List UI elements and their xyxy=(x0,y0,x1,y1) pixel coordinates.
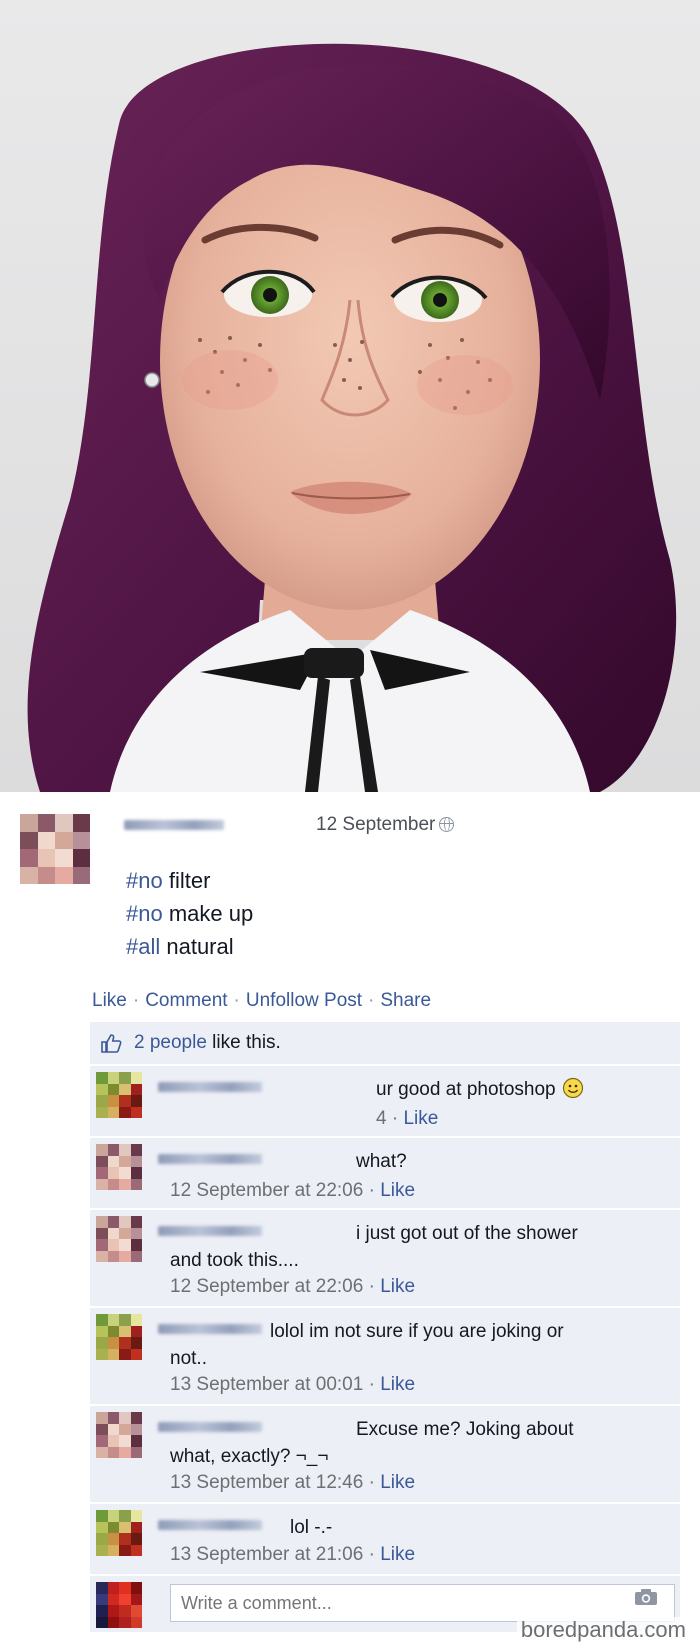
post-body: 12 September #no filter #no make up #all… xyxy=(0,796,700,1651)
comment-text: lol -.- xyxy=(170,1514,680,1541)
comment-item: what? 12 September at 22:06 · Like xyxy=(90,1136,680,1208)
commenter-avatar[interactable] xyxy=(96,1412,142,1458)
comment-timestamp[interactable]: 13 September at 21:06 · xyxy=(170,1544,380,1565)
commenter-avatar[interactable] xyxy=(96,1144,142,1190)
commenter-avatar[interactable] xyxy=(96,1314,142,1360)
comment-body: Excuse me? Joking about xyxy=(356,1419,574,1440)
portrait-illustration xyxy=(27,43,677,792)
hashtag-link[interactable]: #no xyxy=(126,901,163,926)
likers-link[interactable]: 2 people xyxy=(134,1032,207,1053)
post-line-text: filter xyxy=(162,868,211,893)
action-separator: · xyxy=(132,990,140,1011)
comment-like-link[interactable]: Like xyxy=(380,1544,415,1565)
poster-name-redacted[interactable] xyxy=(124,820,224,830)
comment-meta: 12 September at 22:06 · Like xyxy=(170,1180,415,1202)
comment-meta: 12 September at 22:06 · Like xyxy=(170,1276,415,1298)
comment-like-count[interactable]: 4 · xyxy=(376,1108,403,1129)
comment-timestamp[interactable]: 13 September at 12:46 · xyxy=(170,1472,380,1493)
comment-like-link[interactable]: Like xyxy=(380,1374,415,1395)
comment-meta: 13 September at 12:46 · Like xyxy=(170,1472,415,1494)
post-line-text: make up xyxy=(162,901,254,926)
share-link[interactable]: Share xyxy=(380,990,431,1011)
comment-timestamp[interactable]: 12 September at 22:06 · xyxy=(170,1180,380,1201)
comment-body: ur good at photoshop xyxy=(376,1079,556,1100)
globe-icon xyxy=(439,817,455,832)
post-photo[interactable] xyxy=(0,0,700,792)
likes-summary: 2 people like this. xyxy=(90,1022,680,1064)
commenter-avatar[interactable] xyxy=(96,1072,142,1118)
comment-text: ur good at photoshop xyxy=(170,1076,680,1103)
comment-meta: 4 · Like xyxy=(376,1108,438,1130)
comment-body-line-2: what, exactly? ¬_¬ xyxy=(170,1446,329,1467)
comment-body-line-2: and took this.... xyxy=(170,1250,299,1271)
comment-meta: 13 September at 21:06 · Like xyxy=(170,1544,415,1566)
post-actions: Like · Comment · Unfollow Post · Share xyxy=(92,990,431,1012)
likes-text: like this. xyxy=(206,1032,281,1053)
camera-icon[interactable] xyxy=(634,1588,658,1606)
viewer-avatar[interactable] xyxy=(96,1582,142,1628)
comment-item: lol -.- 13 September at 21:06 · Like xyxy=(90,1502,680,1574)
like-link[interactable]: Like xyxy=(92,990,127,1011)
hashtag-link[interactable]: #all xyxy=(126,934,160,959)
post-text: #no filter #no make up #all natural xyxy=(126,864,253,963)
watermark: boredpanda.com xyxy=(516,1617,690,1643)
comment-item: i just got out of the shower and took th… xyxy=(90,1208,680,1306)
comment-body: lol -.- xyxy=(290,1517,333,1538)
comment-item: Excuse me? Joking about what, exactly? ¬… xyxy=(90,1404,680,1502)
comment-text: lolol im not sure if you are joking or n… xyxy=(170,1318,670,1372)
comment-item: lolol im not sure if you are joking or n… xyxy=(90,1306,680,1404)
post-line-text: natural xyxy=(160,934,234,959)
post-line-1: #no filter xyxy=(126,864,253,897)
hashtag-link[interactable]: #no xyxy=(126,868,163,893)
comment-like-link[interactable]: Like xyxy=(380,1276,415,1297)
post-timestamp-text[interactable]: 12 September xyxy=(316,814,435,835)
comment-like-link[interactable]: Like xyxy=(380,1472,415,1493)
comment-text: what? xyxy=(170,1148,680,1175)
comment-body-line-2: not.. xyxy=(170,1348,207,1369)
comment-like-link[interactable]: Like xyxy=(380,1180,415,1201)
comment-text: i just got out of the shower and took th… xyxy=(170,1220,670,1274)
action-separator: · xyxy=(233,990,240,1011)
comment-body: lolol im not sure if you are joking or xyxy=(270,1321,564,1342)
comment-link[interactable]: Comment xyxy=(145,990,227,1011)
comment-body: i just got out of the shower xyxy=(356,1223,578,1244)
post-line-2: #no make up xyxy=(126,897,253,930)
commenter-avatar[interactable] xyxy=(96,1216,142,1262)
comment-body: what? xyxy=(356,1151,407,1172)
comment-text: Excuse me? Joking about what, exactly? ¬… xyxy=(170,1416,670,1470)
comment-timestamp[interactable]: 12 September at 22:06 · xyxy=(170,1276,380,1297)
poster-avatar[interactable] xyxy=(20,814,90,884)
post-line-3: #all natural xyxy=(126,930,253,963)
comment-timestamp[interactable]: 13 September at 00:01 · xyxy=(170,1374,380,1395)
post-timestamp[interactable]: 12 September xyxy=(316,814,455,836)
comment-meta: 13 September at 00:01 · Like xyxy=(170,1374,415,1396)
comment-item: ur good at photoshop 4 · Like xyxy=(90,1064,680,1136)
comments-panel: 2 people like this. ur good at photoshop… xyxy=(90,1022,680,1642)
action-separator: · xyxy=(368,990,375,1011)
thumbs-up-icon xyxy=(101,1034,122,1053)
comment-like-link[interactable]: Like xyxy=(403,1108,438,1129)
unfollow-post-link[interactable]: Unfollow Post xyxy=(246,990,362,1011)
smile-icon xyxy=(562,1077,583,1099)
commenter-avatar[interactable] xyxy=(96,1510,142,1556)
